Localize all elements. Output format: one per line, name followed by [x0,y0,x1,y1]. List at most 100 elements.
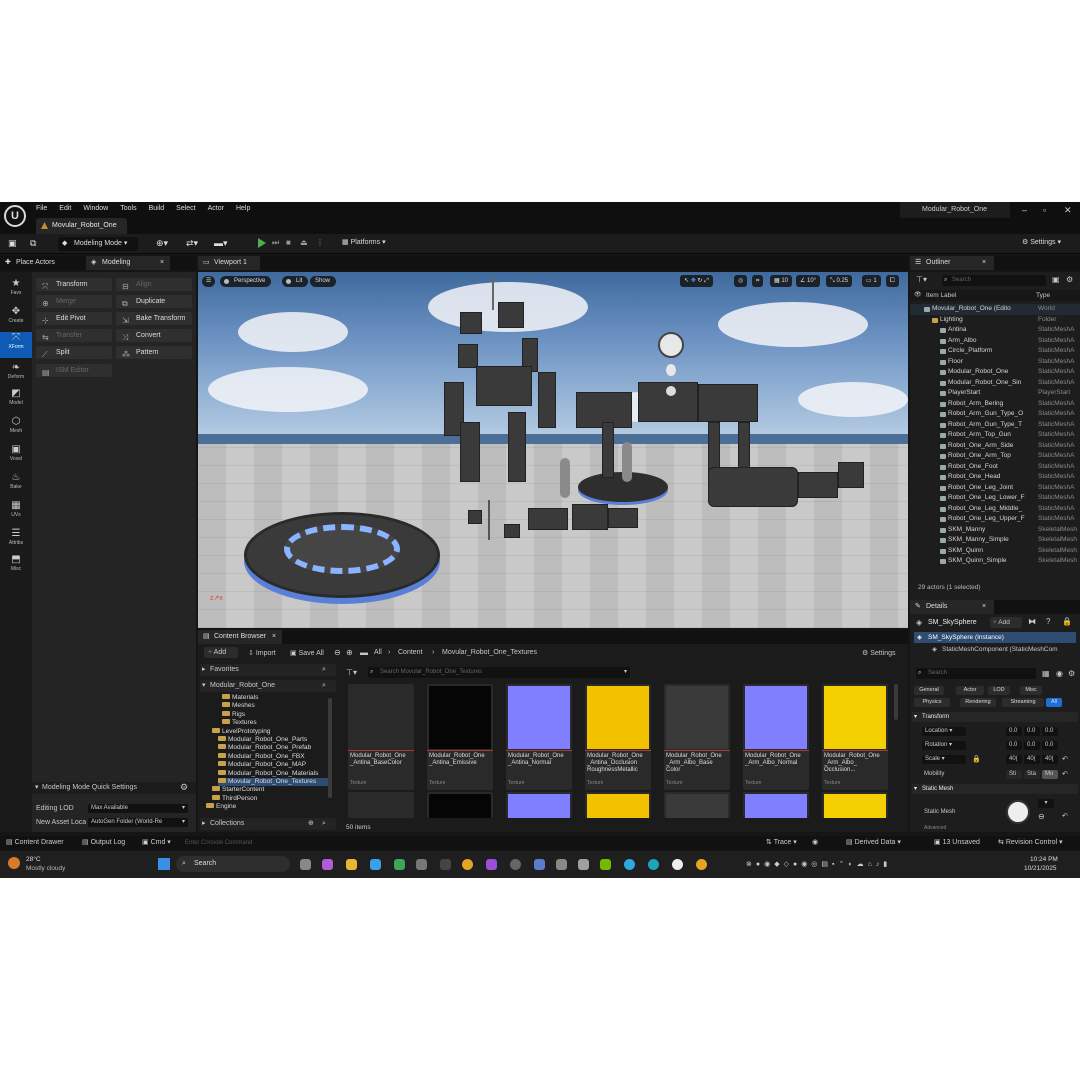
file-explorer-icon[interactable] [346,859,357,870]
step-icon[interactable]: ⏭ [272,238,279,248]
robot-leg[interactable] [738,422,750,470]
asset-scrollbar[interactable] [894,684,898,720]
content-icon[interactable]: ⧉ [30,238,36,249]
bake-transform-tool-button[interactable]: ⇲ Bake Transform [116,312,192,325]
rotation-x-field[interactable]: 0.0 [1006,741,1022,750]
asset-tile[interactable]: Modular_Robot_One _Antina_Occlusion Roug… [585,684,651,790]
robot-part[interactable] [498,302,524,328]
new-asset-dropdown[interactable]: AutoGen Folder (World-Re ▾ [88,818,188,827]
settings-button[interactable]: ⚙ Settings ▾ [1022,238,1061,246]
robot-part[interactable] [458,344,478,368]
outliner-row[interactable]: Robot_One_Head StaticMeshA [910,472,1080,483]
root-header[interactable]: ▾ Modular_Robot_One ⌕ [200,680,336,692]
surface-snap-toggle[interactable]: ⌗ [752,275,764,287]
browse-icon[interactable]: ⊖ [1038,812,1045,821]
location-dropdown[interactable]: Location ▾ [922,727,966,736]
scale-z-field[interactable]: 40( [1042,755,1058,764]
transform-tool-button[interactable]: ⤧ Transform [36,278,112,291]
copilot-icon[interactable] [322,859,333,870]
gear-icon[interactable]: ⚙ [1068,669,1075,678]
tab-content-browser[interactable]: ▤ Content Browser × [198,630,282,644]
location-y-field[interactable]: 0.0 [1024,727,1040,736]
fog-icon[interactable] [666,386,676,396]
outliner-row[interactable]: Arm_Albo StaticMeshA [910,336,1080,347]
eye-icon[interactable]: ◉ [1056,669,1063,678]
edit-pivot-tool-button[interactable]: ⊹ Edit Pivot [36,312,112,325]
folder-item[interactable]: Rigs [222,710,245,719]
mannequin[interactable] [622,442,632,482]
cinematics-icon[interactable]: ▬▾ [214,238,228,249]
details-instance-row[interactable]: ◈ SM_SkySphere (Instance) [914,632,1076,643]
outliner-row[interactable]: Antina StaticMeshA [910,325,1080,336]
edge-icon[interactable] [648,859,659,870]
menu-help[interactable]: Help [236,205,250,212]
asset-tile[interactable]: Modular_Robot_One _Arm_Albo_ Occlusion..… [822,684,888,790]
breadcrumb-textures[interactable]: Movular_Robot_One_Textures [442,649,537,656]
filter-button[interactable]: Streaming [1002,698,1044,707]
folder-item[interactable]: Materials [222,694,258,702]
gear-icon[interactable]: ⚙ [180,782,188,793]
menu-file[interactable]: File [36,205,47,212]
transfer-tool-button[interactable]: ⇆ Transfer [36,329,112,342]
start-icon[interactable] [158,858,170,870]
static-mesh-section-header[interactable]: ▾ Static Mesh [912,784,1078,794]
outliner-row[interactable]: Robot_Arm_Top_Gun StaticMeshA [910,430,1080,441]
search-icon[interactable]: ⌕ [322,664,326,676]
tab-modeling[interactable]: ◈ Modeling × [86,256,170,270]
robot-part[interactable] [460,312,482,334]
type-header[interactable]: Type [1036,292,1050,299]
asset-tile[interactable] [585,792,651,818]
mannequin[interactable] [560,458,570,498]
robot-body[interactable] [698,384,758,422]
reset-icon[interactable]: ↶ [1062,755,1068,763]
chrome-icon[interactable] [462,859,473,870]
antenna[interactable] [492,276,494,310]
viewport-3d[interactable]: z↗x ☰ Perspective Lit Show ↖ ✥ ↻ ⤢ ◎ ⌗ ▦… [198,272,908,628]
app-icon[interactable] [578,859,589,870]
play-icon[interactable] [258,238,266,248]
outliner-row[interactable]: Movular_Robot_One (Edito World [910,304,1080,315]
filter-button[interactable]: General [914,686,944,695]
folder-item[interactable]: Modular_Robot_One_Prefab [218,744,311,752]
robot-leg[interactable] [508,412,526,482]
robot-part[interactable] [504,524,520,538]
grid-view-icon[interactable]: ▦ [1042,669,1050,678]
location-x-field[interactable]: 0.0 [1006,727,1022,736]
cb-search-input[interactable]: ⌕ Search Movular_Robot_One_Textures ▾ [368,667,630,678]
unreal-logo-icon[interactable]: U [4,205,26,227]
location-z-field[interactable]: 0.0 [1042,727,1058,736]
collections-header[interactable]: ▸ Collections ⊕ ⌕ [200,818,336,830]
mobility-static-button[interactable]: Sti [1006,770,1022,779]
robot-arm-gun[interactable] [708,467,798,507]
app-icon[interactable] [624,859,635,870]
tab-viewport[interactable]: ▭ Viewport 1 [198,256,260,270]
save-icon[interactable]: ▣ [8,238,17,249]
category-mesh[interactable]: ⬡ Mesh [0,416,32,434]
blueprint-icon[interactable]: ⇄▾ [186,238,198,249]
maximize-viewport-icon[interactable]: ⧠ [886,275,899,287]
outliner-row[interactable]: Robot_One_Arm_Top StaticMeshA [910,451,1080,462]
asset-tile[interactable]: Modular_Robot_One _Antina_Emissive Textur… [427,684,493,790]
category-favs[interactable]: ★ Favs [0,278,32,296]
split-tool-button[interactable]: ⟋ Split [36,346,112,359]
robot-part[interactable] [528,508,568,530]
quick-settings-header[interactable]: ▾ Modeling Mode Quick Settings ⚙ [32,782,196,794]
folder-item[interactable]: StarterContent [212,786,264,794]
robot-arm[interactable] [538,372,556,428]
robot-leg[interactable] [460,422,480,482]
forward-icon[interactable]: ⊕ [346,648,353,657]
lock-scale-icon[interactable]: 🔒 [972,755,981,763]
scale-icon[interactable]: ⤢ [704,278,709,284]
asset-tile[interactable] [664,792,730,818]
world-local-toggle[interactable]: ◎ [734,275,748,287]
outliner-row[interactable]: Robot_One_Leg_Upper_F StaticMeshA [910,514,1080,525]
filter-button[interactable]: LOD [988,686,1010,695]
pattern-tool-button[interactable]: ⁂ Pattern [116,346,192,359]
outliner-row[interactable]: SKM_Quinn_Simple SkeletalMesh [910,556,1080,567]
outliner-row[interactable]: PlayerStart PlayerStart [910,388,1080,399]
cmd-button[interactable]: ▣ Cmd ▾ [142,836,171,850]
outliner-row[interactable]: Lighting Folder [910,315,1080,326]
folder-item[interactable]: Engine [206,803,236,811]
rotation-snap[interactable]: ∠ 10° [796,275,821,287]
menu-tools[interactable]: Tools [120,205,136,212]
